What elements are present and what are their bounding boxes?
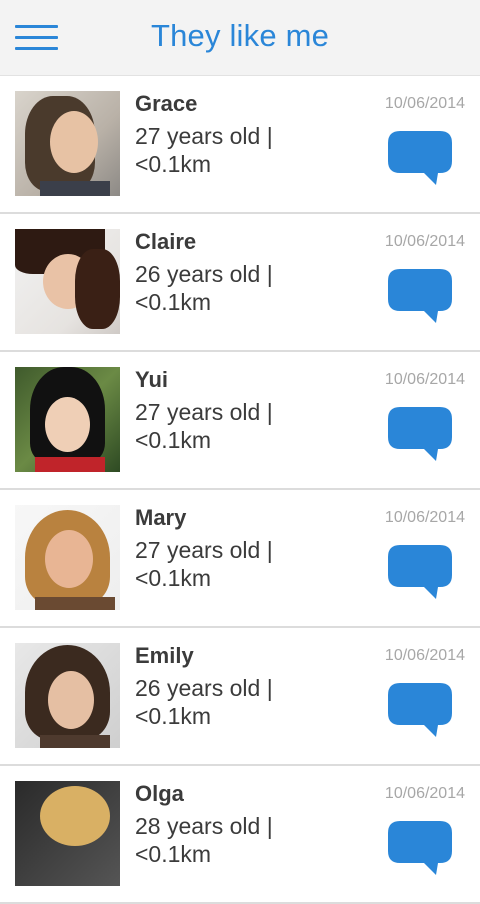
message-bubble-icon[interactable] bbox=[386, 681, 454, 741]
list-item[interactable]: Mary 27 years old | <0.1km 10/06/2014 bbox=[0, 490, 480, 628]
avatar bbox=[15, 781, 120, 886]
like-date: 10/06/2014 bbox=[384, 95, 465, 112]
user-info: 28 years old | <0.1km bbox=[135, 812, 335, 868]
user-age: 28 years old | bbox=[135, 813, 273, 839]
user-name: Olga bbox=[135, 781, 184, 806]
user-name: Yui bbox=[135, 367, 169, 392]
user-name: Grace bbox=[135, 91, 198, 116]
list-item[interactable]: Claire 26 years old | <0.1km 10/06/2014 bbox=[0, 214, 480, 352]
avatar bbox=[15, 91, 120, 196]
user-name: Emily bbox=[135, 643, 194, 668]
app-header: They like me bbox=[0, 0, 480, 76]
user-distance: <0.1km bbox=[135, 151, 212, 177]
user-distance: <0.1km bbox=[135, 289, 212, 315]
list-item[interactable]: Emily 26 years old | <0.1km 10/06/2014 bbox=[0, 628, 480, 766]
list-item[interactable]: Yui 27 years old | <0.1km 10/06/2014 bbox=[0, 352, 480, 490]
user-info: 27 years old | <0.1km bbox=[135, 398, 335, 454]
list-item[interactable]: Olga 28 years old | <0.1km 10/06/2014 bbox=[0, 766, 480, 904]
user-distance: <0.1km bbox=[135, 841, 212, 867]
avatar bbox=[15, 229, 120, 334]
like-date: 10/06/2014 bbox=[384, 647, 465, 664]
user-info: 26 years old | <0.1km bbox=[135, 674, 335, 730]
user-info: 26 years old | <0.1km bbox=[135, 260, 335, 316]
message-bubble-icon[interactable] bbox=[386, 543, 454, 603]
message-bubble-icon[interactable] bbox=[386, 129, 454, 189]
message-bubble-icon[interactable] bbox=[386, 819, 454, 879]
user-info: 27 years old | <0.1km bbox=[135, 122, 335, 178]
like-date: 10/06/2014 bbox=[384, 785, 465, 802]
user-distance: <0.1km bbox=[135, 703, 212, 729]
user-list: Grace 27 years old | <0.1km 10/06/2014 C… bbox=[0, 76, 480, 904]
like-date: 10/06/2014 bbox=[384, 371, 465, 388]
avatar bbox=[15, 505, 120, 610]
page-title: They like me bbox=[150, 18, 330, 53]
user-age: 27 years old | bbox=[135, 537, 273, 563]
user-name: Claire bbox=[135, 229, 197, 254]
like-date: 10/06/2014 bbox=[384, 509, 465, 526]
avatar bbox=[15, 367, 120, 472]
like-date: 10/06/2014 bbox=[384, 233, 465, 250]
user-age: 27 years old | bbox=[135, 123, 273, 149]
user-info: 27 years old | <0.1km bbox=[135, 536, 335, 592]
message-bubble-icon[interactable] bbox=[386, 405, 454, 465]
avatar bbox=[15, 643, 120, 748]
message-bubble-icon[interactable] bbox=[386, 267, 454, 327]
user-name: Mary bbox=[135, 505, 187, 530]
user-distance: <0.1km bbox=[135, 565, 212, 591]
list-item[interactable]: Grace 27 years old | <0.1km 10/06/2014 bbox=[0, 76, 480, 214]
user-age: 26 years old | bbox=[135, 261, 273, 287]
user-distance: <0.1km bbox=[135, 427, 212, 453]
user-age: 27 years old | bbox=[135, 399, 273, 425]
user-age: 26 years old | bbox=[135, 675, 273, 701]
